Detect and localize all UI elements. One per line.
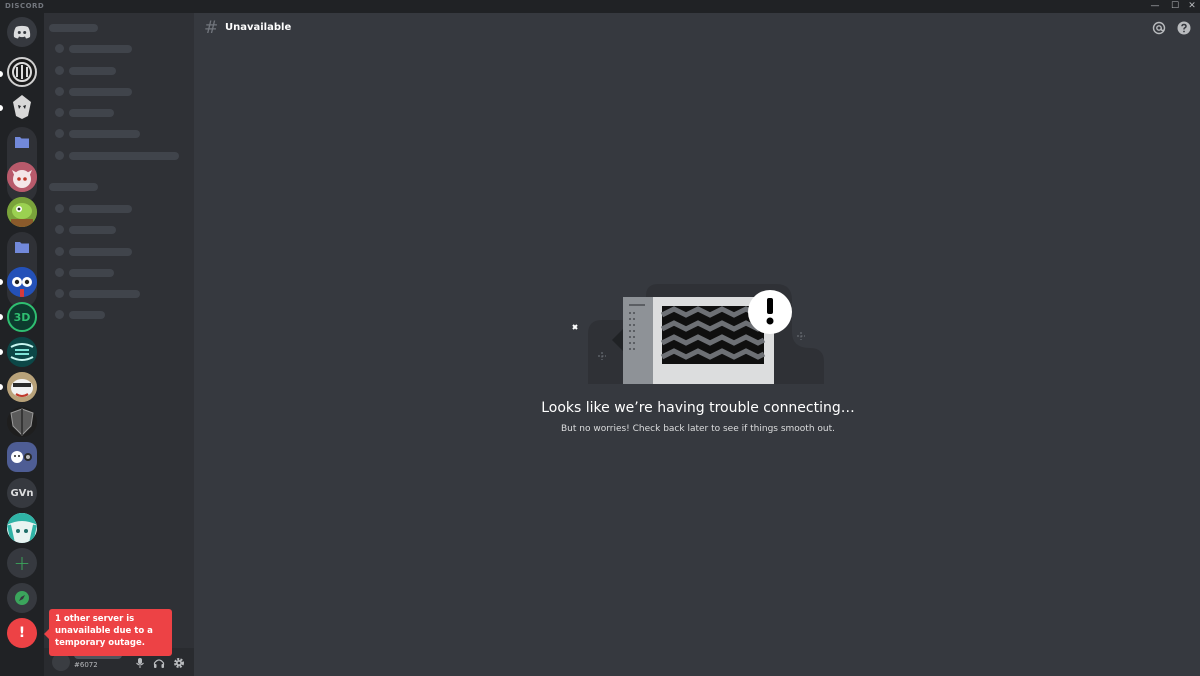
skeleton-channel: [69, 226, 116, 234]
folder-icon: [15, 242, 29, 253]
user-tag: #6072: [74, 661, 98, 669]
character-avatar-icon: [7, 513, 37, 543]
server-rail: 3D GVn + !: [0, 13, 44, 676]
skeleton-dot: [55, 247, 64, 256]
server-icon[interactable]: 3D: [7, 302, 37, 332]
skeleton-channel: [69, 269, 114, 277]
server-icon[interactable]: [7, 372, 37, 402]
close-button[interactable]: ✕: [1183, 0, 1200, 13]
server-icon[interactable]: [7, 162, 37, 192]
skeleton-channel: [69, 290, 140, 298]
skeleton-channel: [69, 45, 132, 53]
server-icon[interactable]: [7, 513, 37, 543]
skull-emblem-icon: [13, 95, 31, 119]
skeleton-dot: [55, 129, 64, 138]
minimize-button[interactable]: —: [1146, 0, 1164, 13]
app-brand: DISCORD: [5, 2, 45, 10]
skeleton-dot: [55, 289, 64, 298]
channel-sidebar: #6072: [44, 13, 194, 676]
server-icon[interactable]: [7, 407, 37, 437]
gear-icon[interactable]: [173, 657, 185, 669]
unread-indicator: [0, 349, 3, 355]
svg-text:3D: 3D: [14, 311, 31, 324]
server-gvn[interactable]: GVn: [7, 478, 37, 508]
maximize-button[interactable]: ☐: [1166, 0, 1184, 13]
skeleton-dot: [55, 151, 64, 160]
unread-indicator: [0, 314, 3, 320]
discord-app: DISCORD — ☐ ✕ 3D GVn + ! #6072 1 other s…: [0, 0, 1200, 676]
character-avatar-icon: [7, 372, 37, 402]
add-server-button[interactable]: +: [7, 548, 37, 578]
microphone-icon[interactable]: [134, 657, 146, 669]
outage-toast: 1 other server is unavailable due to a t…: [44, 609, 172, 656]
error-subtitle: But no worries! Check back later to see …: [561, 424, 835, 434]
character-avatar-icon: [7, 267, 37, 297]
mentions-icon[interactable]: [1152, 21, 1166, 35]
hash-icon: #: [204, 18, 219, 38]
server-icon[interactable]: [7, 267, 37, 297]
discord-logo-icon: [13, 25, 31, 39]
outage-alert-button[interactable]: !: [7, 618, 37, 648]
server-emblem-icon: [7, 337, 37, 367]
compass-icon: [15, 591, 29, 605]
skeleton-dot: [55, 310, 64, 319]
skeleton-dot: [55, 268, 64, 277]
skeleton-channel: [69, 88, 132, 96]
server-icon[interactable]: [7, 92, 37, 122]
character-avatar-icon: [7, 162, 37, 192]
skeleton-category: [49, 24, 98, 32]
connection-error-illustration: [572, 284, 824, 384]
chat-bubbles-icon: [11, 451, 32, 463]
folder-toggle[interactable]: [7, 127, 37, 157]
skeleton-dot: [55, 204, 64, 213]
skeleton-channel: [69, 109, 114, 117]
shield-icon: [10, 408, 34, 436]
skeleton-channel: [69, 248, 132, 256]
headphones-icon[interactable]: [153, 657, 165, 669]
server-icon[interactable]: [7, 337, 37, 367]
server-emblem-icon: 3D: [14, 311, 31, 324]
skeleton-dot: [55, 66, 64, 75]
unread-indicator: [0, 279, 3, 285]
unread-indicator: [0, 105, 3, 111]
server-icon[interactable]: [7, 197, 37, 227]
skeleton-channel: [69, 311, 105, 319]
skeleton-channel: [69, 152, 179, 160]
skeleton-dot: [55, 225, 64, 234]
channel-name: Unavailable: [225, 22, 292, 33]
skeleton-channel: [69, 130, 140, 138]
skeleton-dot: [55, 44, 64, 53]
server-icon[interactable]: [7, 57, 37, 87]
skeleton-category: [49, 183, 98, 191]
unread-indicator: [0, 71, 3, 77]
character-avatar-icon: [7, 197, 37, 227]
server-icon[interactable]: [7, 442, 37, 472]
skeleton-dot: [55, 87, 64, 96]
server-emblem-icon: [12, 62, 32, 82]
error-title: Looks like we’re having trouble connecti…: [541, 400, 855, 416]
skeleton-channel: [69, 67, 116, 75]
unread-indicator: [0, 384, 3, 390]
skeleton-channel: [69, 205, 132, 213]
explore-servers-button[interactable]: [7, 583, 37, 613]
channel-header: # Unavailable: [194, 13, 1200, 43]
skeleton-dot: [55, 108, 64, 117]
home-button[interactable]: [7, 17, 37, 47]
title-bar: DISCORD — ☐ ✕: [0, 0, 1200, 13]
folder-toggle[interactable]: [7, 232, 37, 262]
help-icon[interactable]: [1177, 21, 1191, 35]
folder-icon: [15, 137, 29, 148]
